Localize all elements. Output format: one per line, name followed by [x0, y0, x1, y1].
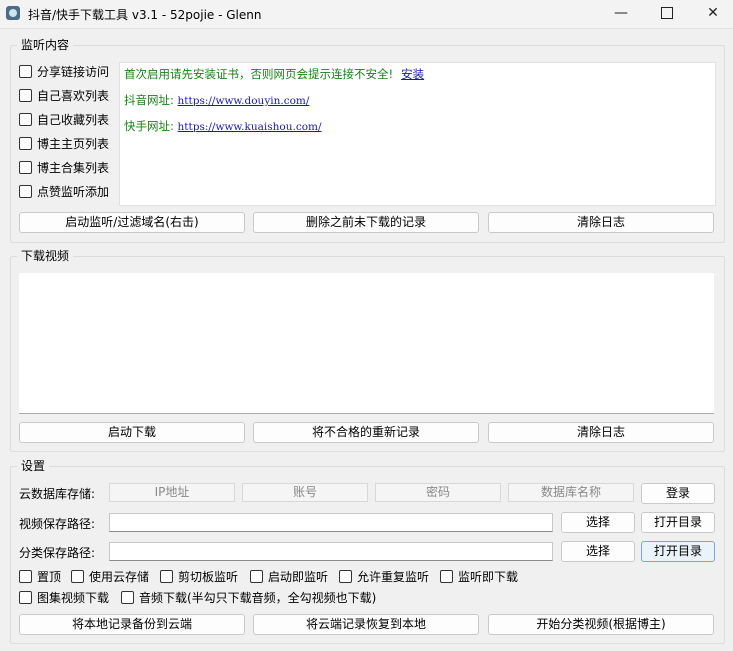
video-path-select-button[interactable]: 选择 — [561, 512, 635, 533]
checkbox-box — [19, 113, 32, 126]
checkbox-like-monitor[interactable]: 点赞监听添加 — [19, 183, 109, 201]
checkbox-gallery-video[interactable]: 图集视频下载 — [19, 589, 109, 607]
category-path-input[interactable] — [109, 542, 553, 561]
log-line: 抖音网址: https://www.douyin.com/ — [124, 92, 309, 108]
monitor-group-title: 监听内容 — [17, 38, 74, 52]
start-monitor-button[interactable]: 启动监听/过滤域名(右击) — [19, 212, 245, 233]
checkbox-allow-repeat[interactable]: 允许重复监听 — [339, 568, 429, 586]
douyin-label: 抖音网址: — [124, 93, 174, 107]
checkbox-label: 点赞监听添加 — [37, 185, 110, 199]
checkbox-box — [19, 161, 32, 174]
delete-undownloaded-button[interactable]: 删除之前未下载的记录 — [253, 212, 479, 233]
checkbox-label: 图集视频下载 — [37, 591, 110, 605]
checkbox-auto-monitor[interactable]: 启动即监听 — [250, 568, 328, 586]
install-link[interactable]: 安装 — [401, 67, 424, 81]
checkbox-label: 使用云存储 — [89, 570, 150, 584]
restore-from-cloud-button[interactable]: 将云端记录恢复到本地 — [253, 614, 479, 635]
maximize-button[interactable] — [644, 0, 690, 28]
checkbox-box — [19, 185, 32, 198]
login-button[interactable]: 登录 — [641, 483, 715, 504]
download-group-title: 下载视频 — [17, 249, 74, 263]
clear-log-button[interactable]: 清除日志 — [488, 212, 714, 233]
backup-to-cloud-button[interactable]: 将本地记录备份到云端 — [19, 614, 245, 635]
checkbox-box — [19, 591, 32, 604]
download-list[interactable] — [19, 273, 714, 414]
start-categorize-button[interactable]: 开始分类视频(根据博主) — [488, 614, 714, 635]
settings-group-title: 设置 — [17, 459, 50, 473]
video-path-open-dir-button[interactable]: 打开目录 — [641, 512, 715, 533]
download-group: 下载视频 启动下载 将不合格的重新记录 清除日志 — [10, 249, 725, 452]
checkbox-box — [19, 89, 32, 102]
checkbox-box — [71, 570, 84, 583]
video-path-label: 视频保存路径: — [19, 517, 96, 531]
cloud-db-label: 云数据库存储: — [19, 487, 96, 501]
app-icon — [6, 6, 20, 20]
kuaishou-url[interactable]: https://www.kuaishou.com/ — [178, 121, 322, 133]
minimize-button[interactable]: — — [598, 0, 644, 28]
kuaishou-label: 快手网址: — [124, 119, 174, 133]
category-path-select-button[interactable]: 选择 — [561, 541, 635, 562]
settings-group: 设置 云数据库存储: IP地址 账号 密码 数据库名称 登录 视频保存路径: 选… — [10, 459, 725, 644]
checkbox-label: 剪切板监听 — [178, 570, 239, 584]
checkbox-share-link[interactable]: 分享链接访问 — [19, 63, 109, 81]
video-path-input[interactable] — [109, 513, 553, 532]
title-bar: 抖音/快手下载工具 v3.1 - 52pojie - Glenn — ✕ — [0, 0, 733, 29]
log-line: 首次启用请先安装证书，否则网页会提示连接不安全! 安装 — [124, 66, 424, 82]
checkbox-box — [19, 570, 32, 583]
checkbox-label: 置顶 — [37, 570, 62, 584]
password-field[interactable]: 密码 — [375, 483, 501, 502]
checkbox-label: 启动即监听 — [268, 570, 329, 584]
monitor-log[interactable]: 首次启用请先安装证书，否则网页会提示连接不安全! 安装 抖音网址: https:/… — [119, 62, 716, 206]
start-download-button[interactable]: 启动下载 — [19, 422, 245, 443]
checkbox-label: 自己收藏列表 — [37, 113, 110, 127]
rerecord-failed-button[interactable]: 将不合格的重新记录 — [253, 422, 479, 443]
checkbox-my-favorites[interactable]: 自己收藏列表 — [19, 111, 109, 129]
douyin-url[interactable]: https://www.douyin.com/ — [178, 95, 310, 107]
monitor-group: 监听内容 分享链接访问 自己喜欢列表 自己收藏列表 博主主页列表 博主合集列表 … — [10, 38, 725, 243]
category-path-label: 分类保存路径: — [19, 546, 96, 560]
checkbox-monitor-download[interactable]: 监听即下载 — [440, 568, 518, 586]
category-path-open-dir-button[interactable]: 打开目录 — [641, 541, 715, 562]
checkbox-label: 分享链接访问 — [37, 65, 110, 79]
checkbox-box — [160, 570, 173, 583]
checkbox-label: 允许重复监听 — [357, 570, 430, 584]
clear-download-log-button[interactable]: 清除日志 — [488, 422, 714, 443]
checkbox-my-likes[interactable]: 自己喜欢列表 — [19, 87, 109, 105]
database-name-field[interactable]: 数据库名称 — [508, 483, 634, 502]
checkbox-blogger-collection[interactable]: 博主合集列表 — [19, 159, 109, 177]
checkbox-box — [440, 570, 453, 583]
checkbox-label: 音频下载(半勾只下载音频，全勾视频也下载) — [139, 591, 377, 605]
checkbox-box — [121, 591, 134, 604]
checkbox-box — [19, 137, 32, 150]
checkbox-box — [250, 570, 263, 583]
account-field[interactable]: 账号 — [242, 483, 368, 502]
checkbox-blogger-home[interactable]: 博主主页列表 — [19, 135, 109, 153]
maximize-icon — [661, 7, 673, 19]
ip-address-field[interactable]: IP地址 — [109, 483, 235, 502]
window-title: 抖音/快手下载工具 v3.1 - 52pojie - Glenn — [28, 8, 262, 22]
close-button[interactable]: ✕ — [690, 0, 733, 28]
checkbox-label: 博主主页列表 — [37, 137, 110, 151]
log-line: 快手网址: https://www.kuaishou.com/ — [124, 118, 322, 134]
checkbox-use-cloud[interactable]: 使用云存储 — [71, 568, 149, 586]
checkbox-label: 博主合集列表 — [37, 161, 110, 175]
cert-warning-text: 首次启用请先安装证书，否则网页会提示连接不安全! — [124, 67, 394, 81]
checkbox-audio-download[interactable]: 音频下载(半勾只下载音频，全勾视频也下载) — [121, 589, 376, 607]
checkbox-clipboard-monitor[interactable]: 剪切板监听 — [160, 568, 238, 586]
checkbox-pin-top[interactable]: 置顶 — [19, 568, 61, 586]
checkbox-box — [19, 65, 32, 78]
checkbox-label: 监听即下载 — [458, 570, 519, 584]
checkbox-label: 自己喜欢列表 — [37, 89, 110, 103]
checkbox-box — [339, 570, 352, 583]
